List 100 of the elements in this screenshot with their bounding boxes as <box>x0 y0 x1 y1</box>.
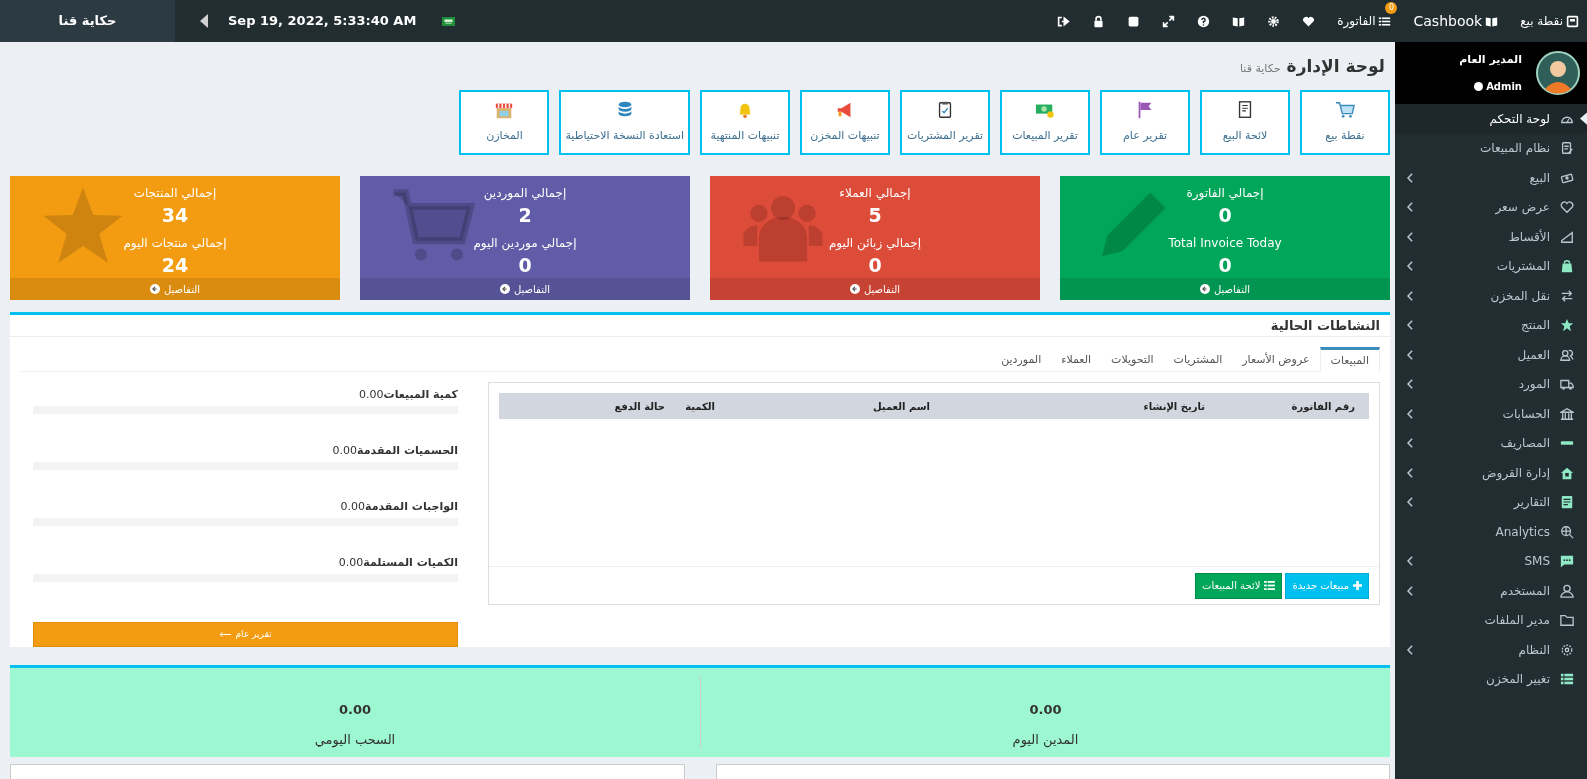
stat-label: إجمالي موردين اليوم <box>473 235 577 252</box>
nav-link[interactable]: Cashbook <box>1413 10 1499 32</box>
caret-icon[interactable] <box>200 14 208 28</box>
chevron-icon <box>1407 467 1414 478</box>
sidebar-item[interactable]: تغيير المخزن <box>1395 664 1587 694</box>
summary-label: السحب اليومي <box>314 730 396 749</box>
summary-label: المدين اليوم <box>1012 730 1079 749</box>
page-subtitle: حكاية قنا <box>1240 60 1281 77</box>
register-icon <box>1566 14 1579 28</box>
sidebar-item[interactable]: المستخدم <box>1395 576 1587 606</box>
chevron-icon <box>1407 585 1414 596</box>
chevron-icon <box>1407 231 1414 242</box>
fullscreen-icon[interactable] <box>1162 14 1176 28</box>
chevron-icon <box>1407 497 1414 508</box>
column-header: الكمية <box>684 399 715 414</box>
chevron-icon <box>1407 408 1414 419</box>
sidebar-item[interactable]: لوحة التحكم <box>1395 104 1587 134</box>
stat-label: إجمالي الموردين <box>483 185 567 202</box>
column-header: تاريخ الإنشاء <box>1142 399 1205 414</box>
shortcut-tile[interactable]: لائحة البيع <box>1200 90 1290 155</box>
sidebar-item[interactable]: SMS <box>1395 546 1587 576</box>
stat-label: إجمالي المنتجات <box>133 185 217 202</box>
avatar-icon <box>1536 51 1580 95</box>
stat-label: إجمالي زبائن اليوم <box>828 235 922 252</box>
tab[interactable]: عروض الأسعار <box>1232 347 1320 371</box>
plus-icon <box>1353 581 1362 590</box>
tab[interactable]: العملاء <box>1051 347 1102 371</box>
metric-value: 0.00 <box>340 498 365 515</box>
sidebar-item[interactable]: المشتريات <box>1395 251 1587 281</box>
arrow-icon <box>219 632 232 637</box>
summary-value: 0.00 <box>338 701 372 719</box>
arrow-circle-icon <box>150 284 160 294</box>
shortcut-tile[interactable]: المخازن <box>459 90 550 155</box>
tab[interactable]: المشتريات <box>1163 347 1233 371</box>
details-link[interactable]: التفاصيل <box>710 278 1040 300</box>
chevron-icon <box>1407 379 1414 390</box>
shortcut-tile[interactable]: تقرير عام <box>1100 90 1190 155</box>
sidebar-item[interactable]: النظام <box>1395 635 1587 665</box>
users-icon <box>1560 347 1574 362</box>
notification-badge: 0 <box>1385 2 1398 14</box>
metric-value: 0.00 <box>332 442 358 459</box>
metric-label: الواجبات المقدمة <box>364 498 458 515</box>
sidebar-item[interactable]: التقارير <box>1395 487 1587 517</box>
arrow-circle-icon <box>850 284 860 294</box>
shortcut-tile[interactable]: استعادة النسخة الاحتياطية <box>559 90 690 155</box>
chevron-icon <box>1407 202 1414 213</box>
square-icon[interactable] <box>1127 14 1141 28</box>
user-role: Admin <box>1486 79 1522 94</box>
stat-label: Total Invoice Today <box>1168 235 1282 252</box>
stat-value: 5 <box>868 203 882 228</box>
help-icon[interactable] <box>1197 14 1211 28</box>
stat-label: إجمالي منتجات اليوم <box>123 235 227 252</box>
document-edit-icon <box>1560 141 1574 156</box>
tab[interactable]: المبيعات <box>1319 347 1380 372</box>
sidebar-item[interactable]: مدير الملفات <box>1395 605 1587 635</box>
heart-icon[interactable] <box>1302 14 1316 28</box>
chevron-icon <box>1407 349 1414 360</box>
sidebar-item[interactable]: العميل <box>1395 340 1587 370</box>
shortcut-tile[interactable]: تقرير المبيعات <box>1000 90 1090 155</box>
sidebar-item[interactable]: إدارة القروض <box>1395 458 1587 488</box>
stat-value: 34 <box>161 203 189 228</box>
stat-label: إجمالي الفاتورة <box>1186 185 1264 202</box>
flag-icon <box>442 16 456 26</box>
tab[interactable]: الموردين <box>991 347 1052 371</box>
shortcut-tile[interactable]: نقطة بيع <box>1300 90 1390 155</box>
nav-link[interactable]: نقطة بيع <box>1520 12 1579 30</box>
tab[interactable]: التحويلات <box>1101 347 1164 371</box>
sidebar-item[interactable]: الحسابات <box>1395 399 1587 429</box>
sidebar-item[interactable]: الأقساط <box>1395 222 1587 252</box>
sidebar-item[interactable]: المورد <box>1395 369 1587 399</box>
details-link[interactable]: التفاصيل <box>360 278 690 300</box>
lock-icon[interactable] <box>1092 14 1106 28</box>
sidebar-item[interactable]: Analytics <box>1395 517 1587 547</box>
sign-out-icon[interactable] <box>1057 14 1071 28</box>
nav-link[interactable]: الفاتورة <box>1337 12 1392 30</box>
chevron-icon <box>1407 438 1414 449</box>
sidebar-item[interactable]: عرض سعر <box>1395 192 1587 222</box>
column-header: حالة الدفع <box>613 399 665 414</box>
sidebar-item[interactable]: البيع <box>1395 163 1587 193</box>
details-link[interactable]: التفاصيل <box>1060 278 1390 300</box>
stat-value: 0 <box>518 253 532 278</box>
sidebar-item[interactable]: المنتج <box>1395 310 1587 340</box>
settings-icon[interactable] <box>1267 14 1281 28</box>
chevron-icon <box>1407 320 1414 331</box>
globe-search-icon <box>1560 524 1574 539</box>
shortcut-tile[interactable]: تنبيهات المخزن <box>800 90 890 155</box>
truck-icon <box>1560 377 1574 392</box>
folder-icon <box>1560 613 1574 628</box>
sidebar-item[interactable]: المصاريف <box>1395 428 1587 458</box>
date-time: Sep 19, 2022, 5:33:40 AM <box>228 12 417 31</box>
sidebar-item[interactable]: نظام المبيعات <box>1395 133 1587 163</box>
shortcut-tile[interactable]: تقرير المشتريات <box>900 90 990 155</box>
column-header: اسم العميل <box>871 399 930 414</box>
shortcut-tile[interactable]: تنبيهات المنتهية <box>700 90 790 155</box>
arrow-circle-icon <box>500 284 510 294</box>
chevron-icon <box>1407 172 1414 183</box>
brand-name[interactable]: حكاية قنا <box>58 11 117 31</box>
star-icon <box>1560 318 1574 333</box>
metric-label: الحسميات المقدمة <box>357 442 458 459</box>
sidebar-item[interactable]: نقل المخزن <box>1395 281 1587 311</box>
